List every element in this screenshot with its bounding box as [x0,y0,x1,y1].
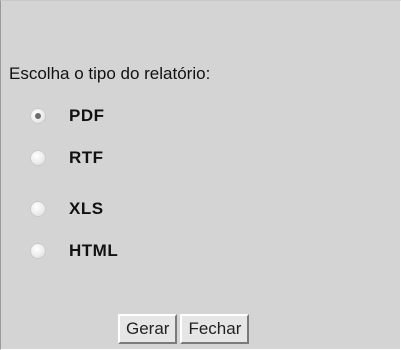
option-html[interactable]: HTML [31,239,118,263]
option-rtf-label: RTF [69,148,104,167]
option-pdf-label: PDF [69,106,105,125]
option-pdf[interactable]: PDF [31,104,105,128]
option-xls-label: XLS [69,199,104,218]
option-rtf[interactable]: RTF [31,146,104,170]
generate-button[interactable]: Gerar [118,314,178,344]
radio-pdf[interactable] [31,109,45,123]
option-xls[interactable]: XLS [31,197,104,221]
option-html-label: HTML [69,241,119,260]
radio-xls[interactable] [31,202,45,216]
radio-rtf[interactable] [31,151,45,165]
close-button[interactable]: Fechar [180,314,250,344]
button-bar: Gerar Fechar [118,314,250,344]
report-type-prompt: Escolha o tipo do relatório: [9,64,211,83]
radio-html[interactable] [31,244,45,258]
report-type-dialog: Escolha o tipo do relatório: PDF RTF XLS… [0,0,401,350]
